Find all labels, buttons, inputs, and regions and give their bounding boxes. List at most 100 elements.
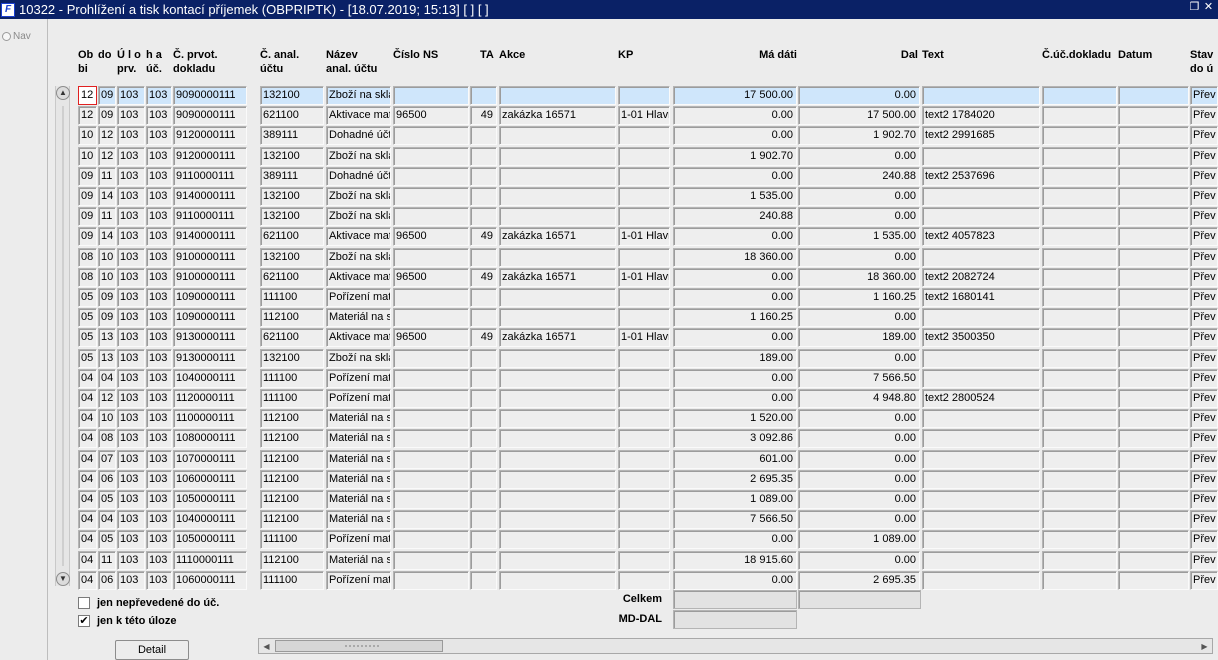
cell-ha[interactable]: 103: [146, 490, 172, 509]
cell-prvot[interactable]: 1060000111: [173, 571, 247, 590]
cell-ha[interactable]: 103: [146, 409, 172, 428]
cell-prvot[interactable]: 1070000111: [173, 450, 247, 469]
cell-stav[interactable]: Přev: [1190, 227, 1218, 246]
cell-prvot[interactable]: 9120000111: [173, 147, 247, 166]
cell-ta[interactable]: [470, 530, 497, 549]
cell-ulo[interactable]: 103: [117, 349, 145, 368]
cell-ha[interactable]: 103: [146, 187, 172, 206]
cell-madati[interactable]: 7 566.50: [673, 510, 797, 529]
nav-radio[interactable]: Nav: [2, 31, 31, 42]
cell-ulo[interactable]: 103: [117, 86, 145, 105]
cell-kp[interactable]: 1-01 Hlavní: [618, 328, 670, 347]
cell-nazev[interactable]: Materiál na s: [326, 409, 391, 428]
cell-ha[interactable]: 103: [146, 86, 172, 105]
checkbox-unposted[interactable]: [78, 597, 90, 609]
cell-ulo[interactable]: 103: [117, 470, 145, 489]
cell-nazev[interactable]: Materiál na s: [326, 429, 391, 448]
cell-dal[interactable]: 2 695.35: [798, 571, 920, 590]
cell-datum[interactable]: [1118, 571, 1189, 590]
cell-do[interactable]: 12: [98, 389, 116, 408]
cell-do[interactable]: 05: [98, 490, 116, 509]
cell-ns[interactable]: [393, 369, 469, 388]
cell-obdobi[interactable]: 04: [78, 530, 97, 549]
cell-ta[interactable]: [470, 349, 497, 368]
cell-do[interactable]: 04: [98, 510, 116, 529]
cell-datum[interactable]: [1118, 268, 1189, 287]
cell-kp[interactable]: [618, 490, 670, 509]
cell-text[interactable]: [922, 429, 1040, 448]
cell-stav[interactable]: Přev: [1190, 510, 1218, 529]
cell-akce[interactable]: [499, 571, 616, 590]
cell-anal[interactable]: 112100: [260, 510, 324, 529]
cell-ha[interactable]: 103: [146, 369, 172, 388]
cell-madati[interactable]: 0.00: [673, 530, 797, 549]
cell-text[interactable]: text2 1680141: [922, 288, 1040, 307]
cell-ns[interactable]: [393, 288, 469, 307]
cell-nazev[interactable]: Zboží na skla: [326, 248, 391, 267]
cell-ta[interactable]: 49: [470, 268, 497, 287]
cell-anal[interactable]: 621100: [260, 328, 324, 347]
cell-dal[interactable]: 0.00: [798, 409, 920, 428]
cell-ns[interactable]: [393, 429, 469, 448]
cell-prvot[interactable]: 1080000111: [173, 429, 247, 448]
cell-dal[interactable]: 240.88: [798, 167, 920, 186]
cell-obdobi[interactable]: 09: [78, 187, 97, 206]
cell-dal[interactable]: 1 902.70: [798, 126, 920, 145]
cell-nazev[interactable]: Zboží na skla: [326, 349, 391, 368]
cell-dal[interactable]: 0.00: [798, 349, 920, 368]
cell-ucdoklad[interactable]: [1042, 389, 1117, 408]
cell-ucdoklad[interactable]: [1042, 551, 1117, 570]
cell-kp[interactable]: [618, 450, 670, 469]
cell-do[interactable]: 09: [98, 86, 116, 105]
cell-prvot[interactable]: 9140000111: [173, 227, 247, 246]
cell-akce[interactable]: [499, 308, 616, 327]
cell-kp[interactable]: [618, 248, 670, 267]
cell-akce[interactable]: zakázka 16571: [499, 268, 616, 287]
cell-madati[interactable]: 1 902.70: [673, 147, 797, 166]
cell-madati[interactable]: 1 089.00: [673, 490, 797, 509]
cell-madati[interactable]: 0.00: [673, 227, 797, 246]
cell-anal[interactable]: 111100: [260, 369, 324, 388]
cell-kp[interactable]: [618, 409, 670, 428]
cell-ha[interactable]: 103: [146, 551, 172, 570]
cell-nazev[interactable]: Zboží na skla: [326, 147, 391, 166]
cell-ns[interactable]: [393, 187, 469, 206]
cell-madati[interactable]: 0.00: [673, 126, 797, 145]
cell-anal[interactable]: 111100: [260, 288, 324, 307]
cell-anal[interactable]: 112100: [260, 429, 324, 448]
cell-ta[interactable]: [470, 409, 497, 428]
cell-text[interactable]: [922, 349, 1040, 368]
cell-datum[interactable]: [1118, 248, 1189, 267]
radio-icon[interactable]: [2, 32, 11, 41]
cell-anal[interactable]: 621100: [260, 106, 324, 125]
scroll-left-icon[interactable]: ◀: [260, 640, 273, 653]
cell-ucdoklad[interactable]: [1042, 126, 1117, 145]
cell-stav[interactable]: Přev: [1190, 248, 1218, 267]
cell-madati[interactable]: 0.00: [673, 167, 797, 186]
cell-madati[interactable]: 2 695.35: [673, 470, 797, 489]
cell-dal[interactable]: 18 360.00: [798, 268, 920, 287]
cell-madati[interactable]: 17 500.00: [673, 86, 797, 105]
cell-akce[interactable]: [499, 147, 616, 166]
horizontal-scrollbar[interactable]: ◀ ▶: [258, 638, 1213, 654]
cell-anal[interactable]: 132100: [260, 187, 324, 206]
cell-madati[interactable]: 18 915.60: [673, 551, 797, 570]
cell-text[interactable]: [922, 530, 1040, 549]
cell-dal[interactable]: 17 500.00: [798, 106, 920, 125]
cell-anal[interactable]: 111100: [260, 530, 324, 549]
cell-text[interactable]: text2 1784020: [922, 106, 1040, 125]
cell-datum[interactable]: [1118, 530, 1189, 549]
cell-obdobi[interactable]: 04: [78, 571, 97, 590]
cell-nazev[interactable]: Pořízení mate: [326, 369, 391, 388]
cell-ta[interactable]: [470, 207, 497, 226]
cell-anal[interactable]: 621100: [260, 268, 324, 287]
cell-ha[interactable]: 103: [146, 530, 172, 549]
cell-dal[interactable]: 1 160.25: [798, 288, 920, 307]
cell-do[interactable]: 13: [98, 328, 116, 347]
cell-ta[interactable]: [470, 187, 497, 206]
cell-kp[interactable]: [618, 167, 670, 186]
cell-madati[interactable]: 601.00: [673, 450, 797, 469]
cell-datum[interactable]: [1118, 308, 1189, 327]
cell-madati[interactable]: 3 092.86: [673, 429, 797, 448]
cell-akce[interactable]: [499, 389, 616, 408]
